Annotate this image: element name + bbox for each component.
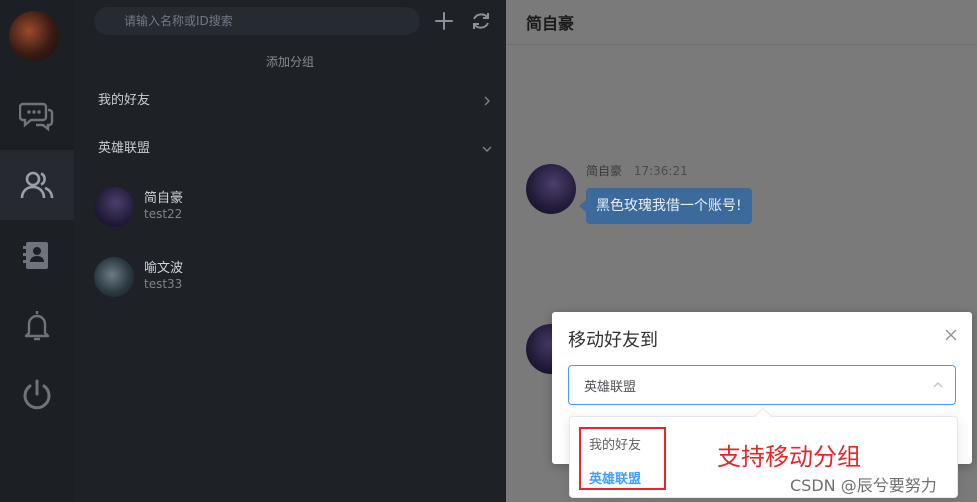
chevron-up-icon xyxy=(933,382,943,388)
watermark: CSDN @辰兮要努力 xyxy=(790,476,937,495)
chevron-right-icon xyxy=(484,96,490,106)
message-meta: 简自豪 17:36:21 xyxy=(586,162,688,179)
friend-name: 喻文波 xyxy=(144,261,184,276)
plus-icon[interactable] xyxy=(432,9,456,33)
chat-title: 简自豪 xyxy=(526,14,575,33)
rail-chat-button[interactable] xyxy=(0,80,74,150)
group-select[interactable]: 英雄联盟 xyxy=(568,365,956,405)
group-label: 我的好友 xyxy=(98,93,151,108)
dialog-title: 移动好友到 xyxy=(568,330,658,351)
my-avatar[interactable] xyxy=(9,11,59,61)
chevron-down-icon xyxy=(482,146,492,152)
group-select-value: 英雄联盟 xyxy=(584,380,637,395)
close-icon[interactable] xyxy=(944,328,958,342)
sender-avatar[interactable] xyxy=(526,164,576,214)
option-my-friends[interactable]: 我的好友 xyxy=(589,434,641,453)
chat-icon xyxy=(19,102,54,132)
rail-contacts-button[interactable] xyxy=(0,150,74,220)
option-league-of-legends[interactable]: 英雄联盟 xyxy=(589,468,641,487)
address-book-icon xyxy=(23,242,48,269)
contact-list-panel: 请输入名称或ID搜索 添加分组 我的好友 英雄联盟 简自豪 test22 喻文波… xyxy=(74,0,506,502)
friend-name: 简自豪 xyxy=(144,191,184,206)
rail-address-book-button[interactable] xyxy=(0,220,74,290)
rail-notifications-button[interactable] xyxy=(0,290,74,360)
power-icon xyxy=(23,379,51,410)
message-time: 17:36:21 xyxy=(633,164,688,178)
add-group-button[interactable]: 添加分组 xyxy=(74,52,506,72)
group-label: 英雄联盟 xyxy=(98,141,151,156)
friend-item[interactable]: 简自豪 test22 xyxy=(94,185,494,229)
message-sender: 简自豪 xyxy=(586,164,623,178)
icon-rail xyxy=(0,0,74,502)
friend-id: test22 xyxy=(144,207,183,221)
search-input[interactable]: 请输入名称或ID搜索 xyxy=(94,7,420,35)
group-my-friends[interactable]: 我的好友 xyxy=(98,89,500,113)
rail-logout-button[interactable] xyxy=(0,360,74,430)
avatar xyxy=(94,187,134,227)
contacts-icon xyxy=(20,171,54,199)
avatar xyxy=(94,257,134,297)
annotation-text: 支持移动分组 xyxy=(717,443,861,471)
friend-id: test33 xyxy=(144,277,183,291)
friend-item[interactable]: 喻文波 test33 xyxy=(94,255,494,299)
group-league-of-legends[interactable]: 英雄联盟 xyxy=(98,137,500,161)
bell-icon xyxy=(24,311,50,341)
message-bubble: 黑色玫瑰我借一个账号! xyxy=(579,188,752,224)
refresh-icon[interactable] xyxy=(469,9,493,33)
divider xyxy=(506,44,977,45)
